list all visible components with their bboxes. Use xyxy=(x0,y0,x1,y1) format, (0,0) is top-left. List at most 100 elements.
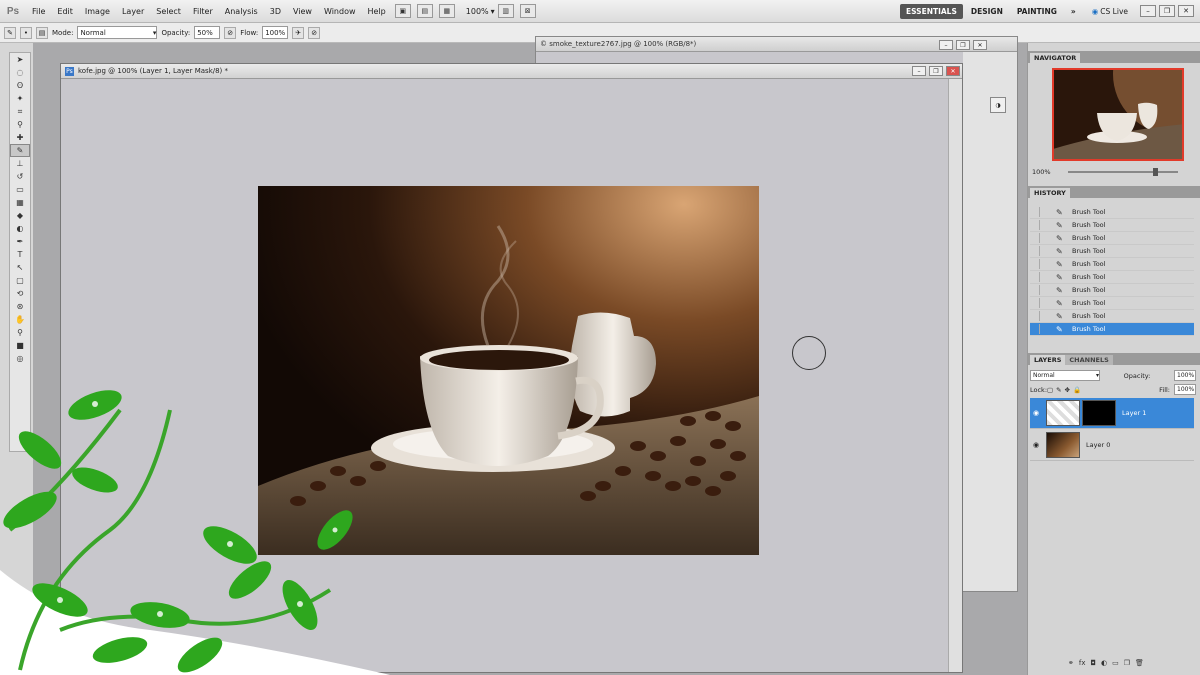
mode-select[interactable]: Normal ▾ xyxy=(77,26,158,39)
move-tool-icon[interactable]: ➤ xyxy=(10,53,30,66)
history-checkbox[interactable] xyxy=(1030,246,1040,256)
close-icon[interactable]: ✕ xyxy=(946,66,960,76)
tab-history[interactable]: HISTORY xyxy=(1030,188,1070,198)
history-checkbox[interactable] xyxy=(1030,311,1040,321)
hand-tool-icon[interactable]: ✋ xyxy=(10,313,30,326)
airbrush-icon[interactable]: ✈ xyxy=(292,26,305,39)
foreground-color-icon[interactable]: ■ xyxy=(10,339,30,352)
dodge-tool-icon[interactable]: ◐ xyxy=(10,222,30,235)
menu-3d[interactable]: 3D xyxy=(264,7,287,16)
lock-icons[interactable]: ▢✎✥🔒 xyxy=(1047,386,1084,394)
minimize-icon[interactable]: – xyxy=(939,40,953,50)
shape-tool-icon[interactable]: ▢ xyxy=(10,274,30,287)
flow-input[interactable]: 100% xyxy=(262,26,289,39)
adjustment-icon[interactable]: ◐ xyxy=(1101,659,1107,667)
menu-help[interactable]: Help xyxy=(362,7,392,16)
navigator-view-box[interactable] xyxy=(1052,68,1184,161)
clone-stamp-tool-icon[interactable]: ⊥ xyxy=(10,157,30,170)
main-document-titlebar[interactable]: Ps kofe.jpg @ 100% (Layer 1, Layer Mask/… xyxy=(61,64,962,79)
history-checkbox[interactable] xyxy=(1030,233,1040,243)
history-checkbox[interactable] xyxy=(1030,272,1040,282)
zoom-select[interactable]: 100% ▾ xyxy=(466,7,495,16)
history-checkbox[interactable] xyxy=(1030,324,1040,334)
cs-live-button[interactable]: ◉ CS Live xyxy=(1092,7,1128,16)
workspace-essentials[interactable]: ESSENTIALS xyxy=(899,3,963,19)
tab-channels[interactable]: CHANNELS xyxy=(1065,355,1113,365)
history-checkbox[interactable] xyxy=(1030,298,1040,308)
history-item[interactable]: ✎ Brush Tool xyxy=(1030,219,1194,232)
history-item[interactable]: ✎ Brush Tool xyxy=(1030,206,1194,219)
restore-icon[interactable]: ❐ xyxy=(956,40,970,50)
restore-icon[interactable]: ❐ xyxy=(1159,5,1175,17)
layer-mask-thumbnail[interactable] xyxy=(1082,400,1116,426)
brush-size-icon[interactable]: • xyxy=(20,26,32,39)
layer-opacity-input[interactable]: 100% xyxy=(1174,370,1196,381)
marquee-tool-icon[interactable]: ◌ xyxy=(10,66,30,79)
navigator-zoom-knob[interactable] xyxy=(1153,168,1158,176)
menu-layer[interactable]: Layer xyxy=(116,7,150,16)
minimize-icon[interactable]: – xyxy=(1140,5,1156,17)
healing-tool-icon[interactable]: ✚ xyxy=(10,131,30,144)
navigator-zoom[interactable]: 100% xyxy=(1032,168,1051,176)
history-checkbox[interactable] xyxy=(1030,220,1040,230)
minimize-icon[interactable]: – xyxy=(912,66,926,76)
opacity-pressure-icon[interactable]: ⊘ xyxy=(224,26,237,39)
workspace-painting[interactable]: PAINTING xyxy=(1011,4,1063,19)
view-extras-icon[interactable]: ▦ xyxy=(438,4,455,18)
menu-file[interactable]: File xyxy=(26,7,51,16)
history-item[interactable]: ✎ Brush Tool xyxy=(1030,297,1194,310)
history-item[interactable]: ✎ Brush Tool xyxy=(1030,284,1194,297)
close-icon[interactable]: ✕ xyxy=(973,40,987,50)
history-item[interactable]: ✎ Brush Tool xyxy=(1030,245,1194,258)
type-tool-icon[interactable]: T xyxy=(10,248,30,261)
menu-edit[interactable]: Edit xyxy=(51,7,79,16)
crop-tool-icon[interactable]: ⌗ xyxy=(10,105,30,118)
opacity-input[interactable]: 50% xyxy=(194,26,221,39)
history-checkbox[interactable] xyxy=(1030,259,1040,269)
3d-rotate-tool-icon[interactable]: ⟲ xyxy=(10,287,30,300)
new-layer-icon[interactable]: ❐ xyxy=(1124,659,1130,667)
fill-input[interactable]: 100% xyxy=(1174,384,1196,395)
path-select-tool-icon[interactable]: ↖ xyxy=(10,261,30,274)
quick-mask-icon[interactable]: ◎ xyxy=(10,352,30,365)
quick-select-tool-icon[interactable]: ✦ xyxy=(10,92,30,105)
group-icon[interactable]: ▭ xyxy=(1112,659,1119,667)
arrange-documents-icon[interactable]: ▥ xyxy=(497,4,514,18)
link-icon[interactable]: ⚭ xyxy=(1068,659,1074,667)
mask-icon[interactable]: ◘ xyxy=(1090,659,1096,667)
trash-icon[interactable]: 🗑 xyxy=(1135,659,1144,667)
menu-image[interactable]: Image xyxy=(79,7,116,16)
eyedropper-tool-icon[interactable]: ⚲ xyxy=(10,118,30,131)
menu-window[interactable]: Window xyxy=(318,7,362,16)
menu-filter[interactable]: Filter xyxy=(187,7,219,16)
history-item[interactable]: ✎ Brush Tool xyxy=(1030,271,1194,284)
menu-select[interactable]: Select xyxy=(150,7,187,16)
mini-bridge-icon[interactable]: ▤ xyxy=(416,4,433,18)
brush-preset-icon[interactable]: ✎ xyxy=(4,26,16,39)
fx-icon[interactable]: fx xyxy=(1079,659,1086,667)
lasso-tool-icon[interactable]: ʘ xyxy=(10,79,30,92)
history-item[interactable]: ✎ Brush Tool xyxy=(1030,258,1194,271)
layer-row-layer-1[interactable]: ◉ Layer 1 xyxy=(1030,398,1194,429)
workspace-design[interactable]: DESIGN xyxy=(965,4,1009,19)
3d-orbit-tool-icon[interactable]: ⊛ xyxy=(10,300,30,313)
gradient-tool-icon[interactable]: ▦ xyxy=(10,196,30,209)
dock-icon[interactable]: ◑ xyxy=(990,97,1006,113)
blend-mode-select[interactable]: Normal ▾ xyxy=(1030,370,1100,381)
tab-navigator[interactable]: NAVIGATOR xyxy=(1030,53,1081,63)
bridge-icon[interactable]: ▣ xyxy=(394,4,411,18)
brush-tool-icon[interactable]: ✎ xyxy=(10,144,30,157)
blur-tool-icon[interactable]: ◆ xyxy=(10,209,30,222)
close-icon[interactable]: ✕ xyxy=(1178,5,1194,17)
restore-icon[interactable]: ❐ xyxy=(929,66,943,76)
eye-icon[interactable]: ◉ xyxy=(1030,409,1042,417)
history-checkbox[interactable] xyxy=(1030,207,1040,217)
brush-panel-icon[interactable]: ▤ xyxy=(36,26,48,39)
history-item[interactable]: ✎ Brush Tool xyxy=(1030,232,1194,245)
layer-row-layer-0[interactable]: ◉ Layer 0 xyxy=(1030,430,1194,461)
history-item[interactable]: ✎ Brush Tool xyxy=(1030,310,1194,323)
tab-layers[interactable]: LAYERS xyxy=(1030,355,1066,365)
history-brush-tool-icon[interactable]: ↺ xyxy=(10,170,30,183)
workspace-more-button[interactable]: » xyxy=(1065,4,1082,19)
pen-tool-icon[interactable]: ✒ xyxy=(10,235,30,248)
